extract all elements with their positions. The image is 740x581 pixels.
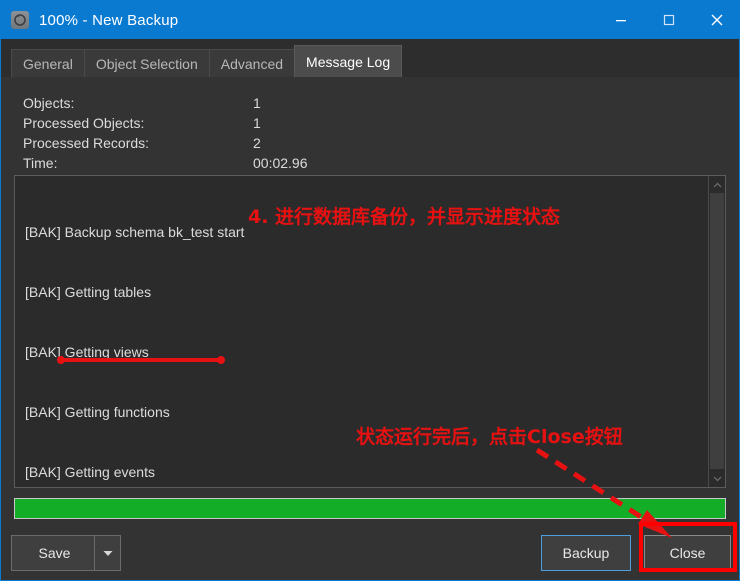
log-line: [BAK] Getting functions <box>25 404 170 420</box>
log-line: [BAK] Backup schema bk_test start <box>25 224 245 240</box>
progress-bar-fill <box>15 499 725 518</box>
stat-value-processed-records: 2 <box>253 135 261 151</box>
window-controls <box>597 1 739 39</box>
log-line: [BAK] Getting events <box>25 464 155 480</box>
tab-general[interactable]: General <box>11 49 85 77</box>
tab-message-log[interactable]: Message Log <box>294 45 403 77</box>
chevron-down-icon[interactable] <box>709 470 725 487</box>
close-button[interactable]: Close <box>644 535 731 571</box>
stat-label-processed-records: Processed Records: <box>23 135 150 151</box>
log-line-list: [BAK] Backup schema bk_test start [BAK] … <box>25 182 259 487</box>
tab-bar: General Object Selection Advanced Messag… <box>1 39 739 77</box>
log-line: [BAK] Getting tables <box>25 284 152 300</box>
message-log-panel: Objects: 1 Processed Objects: 1 Processe… <box>1 77 739 580</box>
log-output-box[interactable]: [BAK] Backup schema bk_test start [BAK] … <box>14 175 726 488</box>
stat-label-time: Time: <box>23 155 58 171</box>
stat-value-time: 00:02.96 <box>253 155 308 171</box>
stat-row-objects: Objects: 1 <box>23 93 308 113</box>
stat-row-processed-records: Processed Records: 2 <box>23 133 308 153</box>
dialog-footer: Save Backup Close <box>1 527 739 580</box>
stat-row-time: Time: 00:02.96 <box>23 153 308 173</box>
stat-label-objects: Objects: <box>23 95 75 111</box>
stat-value-objects: 1 <box>253 95 261 111</box>
minimize-button[interactable] <box>597 1 645 39</box>
chevron-up-icon[interactable] <box>709 176 725 193</box>
log-scrollbar[interactable] <box>708 176 725 487</box>
new-backup-dialog: 100% - New Backup General Object Selecti… <box>0 0 740 581</box>
stat-value-processed-objects: 1 <box>253 115 261 131</box>
window-title: 100% - New Backup <box>39 11 179 29</box>
scrollbar-thumb[interactable] <box>710 193 724 469</box>
backup-restore-icon <box>11 11 29 29</box>
tab-object-selection[interactable]: Object Selection <box>83 49 210 77</box>
backup-button[interactable]: Backup <box>541 535 631 571</box>
title-bar: 100% - New Backup <box>1 1 739 39</box>
stat-row-processed-objects: Processed Objects: 1 <box>23 113 308 133</box>
maximize-button[interactable] <box>645 1 693 39</box>
close-window-button[interactable] <box>693 1 739 39</box>
save-dropdown-arrow[interactable] <box>94 536 120 570</box>
save-button[interactable]: Save <box>11 535 121 571</box>
tab-advanced[interactable]: Advanced <box>208 49 296 77</box>
save-button-label: Save <box>38 545 71 561</box>
progress-bar <box>14 498 726 519</box>
backup-statistics: Objects: 1 Processed Objects: 1 Processe… <box>23 93 308 173</box>
stat-label-processed-objects: Processed Objects: <box>23 115 145 131</box>
annotation-underline <box>57 356 225 364</box>
progress-area <box>14 495 726 521</box>
